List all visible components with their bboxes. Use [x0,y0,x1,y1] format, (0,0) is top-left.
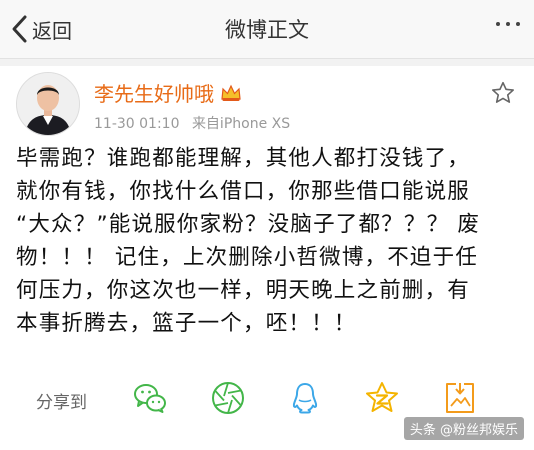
username[interactable]: 李先生好帅哦 [94,78,214,107]
post-meta: 11-30 01:10 来自iPhone XS [94,113,290,133]
wechat-share-button[interactable] [132,380,168,416]
qzone-share-button[interactable] [364,380,400,416]
dot-icon [516,22,520,26]
more-options-button[interactable] [496,22,520,26]
crown-badge-icon [221,84,241,101]
post-source: 来自iPhone XS [191,116,291,132]
dot-icon [496,22,500,26]
qq-share-button[interactable] [287,380,323,416]
share-label: 分享到 [36,393,87,413]
save-image-icon [446,383,474,413]
page-title: 微博正文 [225,18,309,42]
user-photo-icon [17,73,79,135]
qzone-icon [366,382,398,412]
moments-icon [212,382,244,414]
post-line: 毕需跑？谁跑都能理解，其他人都打没钱了， [16,146,471,171]
qq-icon [292,383,318,414]
wechat-icon [134,384,166,413]
moments-share-button[interactable] [210,380,246,416]
avatar[interactable] [16,72,80,136]
section-divider [0,59,534,66]
favorite-button[interactable] [490,80,516,110]
post-line: “大众？”能说服你家粉？没脑子了都？？？ 废 [16,212,481,237]
dot-icon [506,22,510,26]
post-line: 就你有钱，你找什么借口，你那些借口能说服 [16,179,471,204]
post-content: 毕需跑？谁跑都能理解，其他人都打没钱了， 就你有钱，你找什么借口，你那些借口能说… [16,142,524,340]
post-line: 何压力，你这次也一样，明天晚上之前删，有 [16,278,471,303]
post-time: 11-30 01:10 [94,116,180,132]
navigation-bar: 返回 微博正文 [0,0,534,59]
post-line: 物！！！ 记住，上次删除小哲微博，不迫于任 [16,245,479,270]
save-image-button[interactable] [442,380,478,416]
watermark: 头条 @粉丝邦娱乐 [403,417,524,440]
username-row[interactable]: 李先生好帅哦 [94,78,242,107]
post-line: 本事折腾去，篮子一个，呸！！！ [16,311,357,336]
star-outline-icon [492,81,514,103]
share-bar: 分享到 [0,380,534,420]
